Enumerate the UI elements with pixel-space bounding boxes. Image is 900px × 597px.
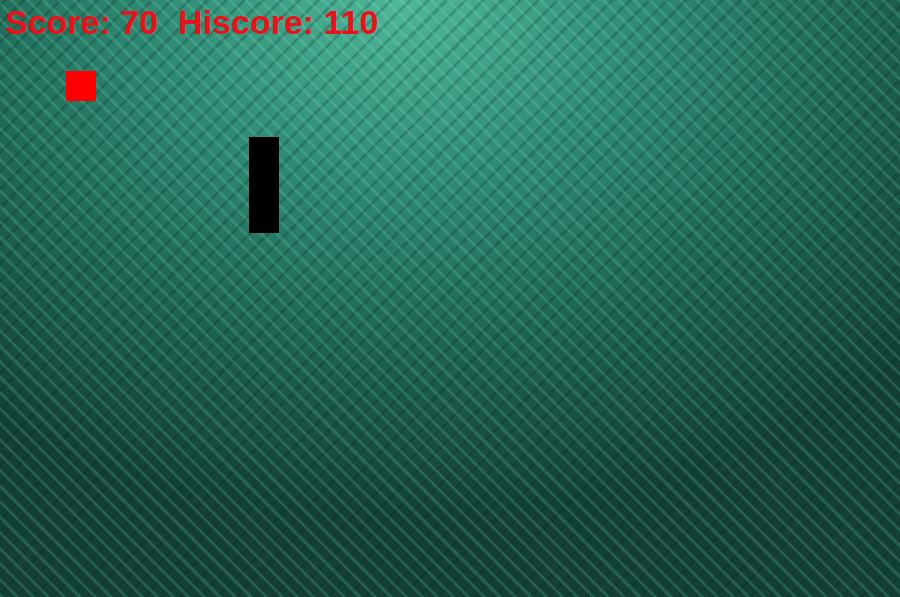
- snake-segment: [249, 137, 279, 169]
- food: [66, 71, 96, 101]
- snake-segment: [249, 169, 279, 201]
- score: Score: 70: [5, 2, 158, 42]
- game-board[interactable]: Score: 70 Hiscore: 110: [0, 0, 900, 597]
- snake-segment: [249, 201, 279, 233]
- hud: Score: 70 Hiscore: 110: [0, 0, 900, 42]
- hiscore: Hiscore: 110: [178, 2, 378, 42]
